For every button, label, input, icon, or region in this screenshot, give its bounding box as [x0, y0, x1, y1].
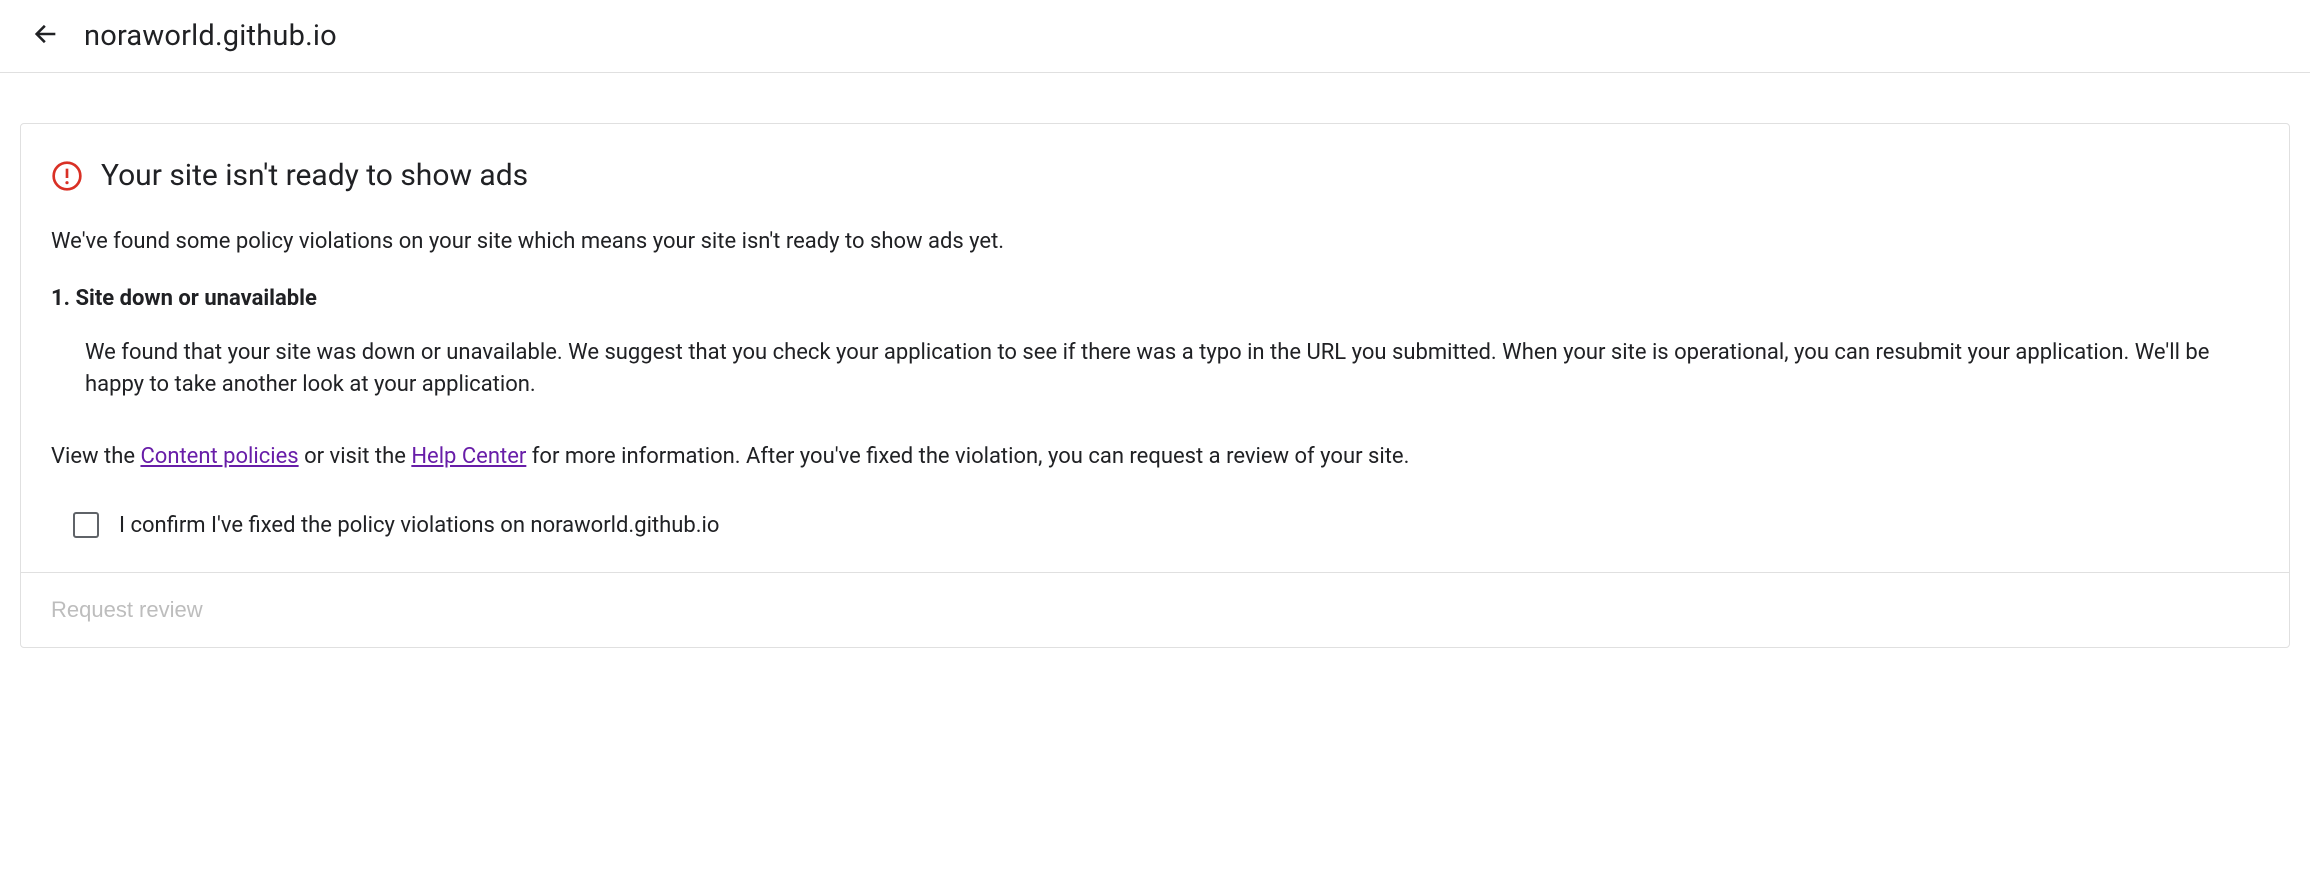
arrow-left-icon — [32, 20, 60, 52]
info-pre: View the — [51, 444, 140, 469]
back-button[interactable] — [28, 18, 64, 54]
alert-circle-icon — [51, 160, 83, 192]
confirm-label: I confirm I've fixed the policy violatio… — [119, 513, 719, 538]
header-domain: noraworld.github.io — [84, 19, 337, 53]
content-policies-link[interactable]: Content policies — [140, 444, 298, 469]
footer-info: View the Content policies or visit the H… — [51, 441, 2259, 473]
info-mid: or visit the — [299, 444, 412, 469]
page-header: noraworld.github.io — [0, 0, 2310, 73]
request-review-button[interactable]: Request review — [51, 597, 203, 623]
card-footer: Request review — [21, 572, 2289, 647]
violation-heading: 1. Site down or unavailable — [51, 286, 2259, 311]
info-post: for more information. After you've fixed… — [526, 444, 1409, 469]
card-body: Your site isn't ready to show ads We've … — [21, 124, 2289, 572]
violation-body: We found that your site was down or unav… — [51, 337, 2259, 401]
status-card: Your site isn't ready to show ads We've … — [20, 123, 2290, 648]
card-title: Your site isn't ready to show ads — [101, 158, 528, 193]
title-row: Your site isn't ready to show ads — [51, 158, 2259, 193]
help-center-link[interactable]: Help Center — [411, 444, 526, 469]
confirm-checkbox[interactable] — [73, 512, 99, 538]
confirm-row: I confirm I've fixed the policy violatio… — [51, 512, 2259, 538]
intro-text: We've found some policy violations on yo… — [51, 227, 2259, 258]
